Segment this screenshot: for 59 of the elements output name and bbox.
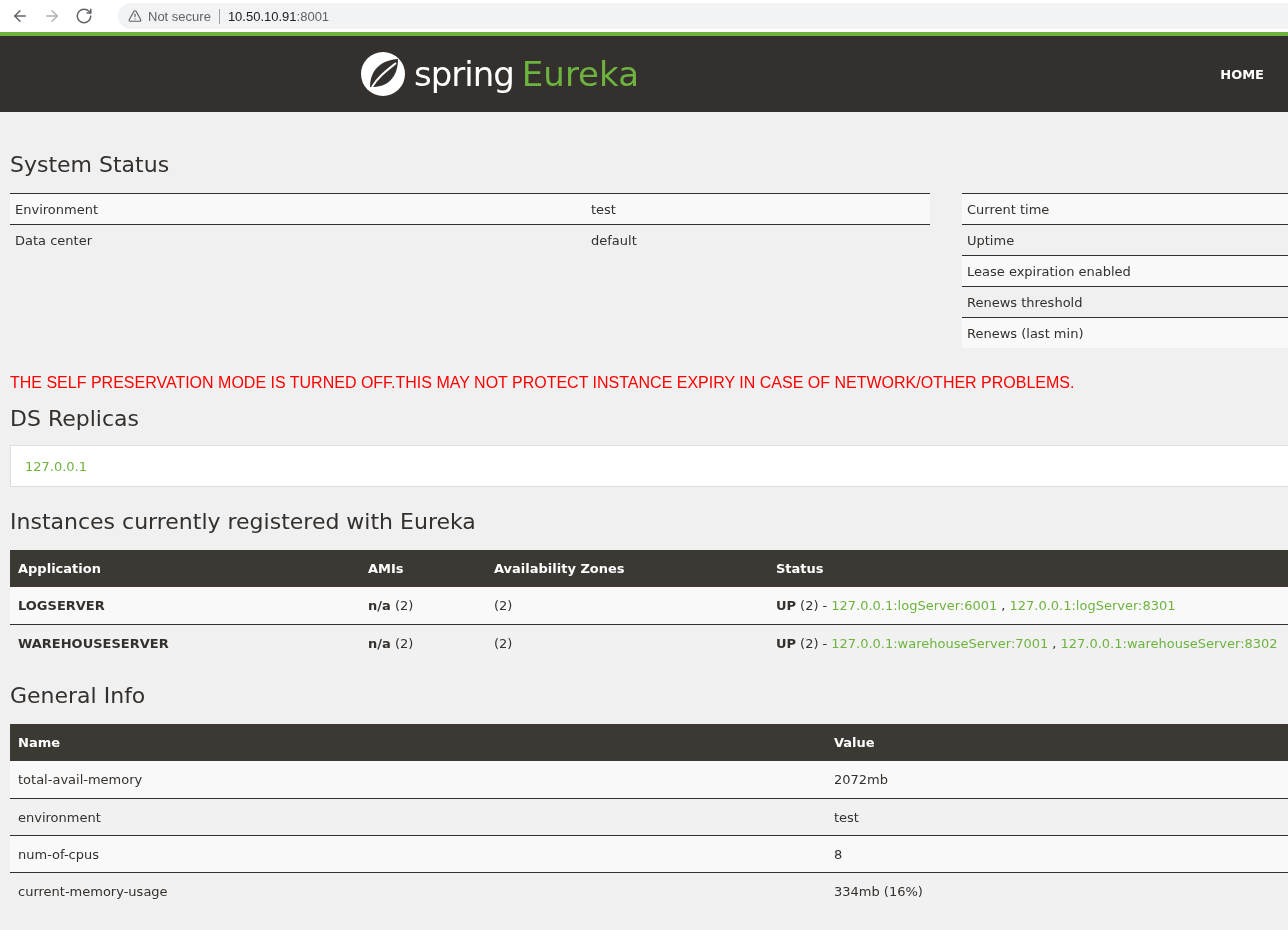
column-header: Application <box>17 561 102 576</box>
status-count: (2) <box>800 635 819 651</box>
table-cell-text: (2) <box>493 598 514 613</box>
section-title: DS Replicas <box>10 406 140 431</box>
table-cell-text: (2) <box>493 635 514 651</box>
table-cell-text: 2072mb <box>833 772 889 787</box>
column-header: Name <box>17 735 61 750</box>
table-cell-text: Lease expiration enabled <box>966 263 1132 279</box>
table-cell-text: test <box>833 809 860 825</box>
instance-link[interactable]: 127.0.0.1:warehouseServer:8302 <box>1060 635 1278 651</box>
table-cell-text: 8 <box>833 846 844 862</box>
section-title: Instances currently registered with Eureka <box>10 509 477 534</box>
replica-link[interactable]: 127.0.0.1 <box>25 458 88 474</box>
table-cell-text: n/a (2) <box>367 635 415 651</box>
table-cell-text: num-of-cpus <box>17 846 100 862</box>
instance-link[interactable]: 127.0.0.1:logServer:8301 <box>1009 598 1176 613</box>
table-cell-text: environment <box>17 809 102 825</box>
home-link[interactable]: HOME <box>1220 66 1264 82</box>
table-cell-text: Renews (last min) <box>966 325 1085 341</box>
table-cell-text: test <box>590 201 617 217</box>
column-header: Availability Zones <box>493 561 626 576</box>
url-host: 10.50.10.91 <box>226 8 297 24</box>
table-cell-text: total-avail-memory <box>17 772 144 787</box>
instance-link[interactable]: 127.0.0.1:logServer:6001 <box>831 598 998 613</box>
column-header: Status <box>775 561 825 576</box>
status-text: UP <box>776 635 797 651</box>
table-cell-text: Uptime <box>966 232 1016 248</box>
table-cell-text: 334mb (16%) <box>833 883 924 899</box>
product-text: Eureka <box>521 54 639 94</box>
status-count: (2) <box>800 598 819 613</box>
section-title: General Info <box>10 683 147 708</box>
column-header: AMIs <box>367 561 405 576</box>
url-port: :8001 <box>296 8 330 24</box>
forward-icon <box>43 7 61 25</box>
comma-separator: , <box>1001 598 1006 613</box>
table-cell-text: Renews threshold <box>966 294 1084 310</box>
dash-separator: - <box>822 598 828 613</box>
security-label: Not secure <box>148 8 220 24</box>
status-text: UP <box>776 598 797 613</box>
table-cell-text: current-memory-usage <box>17 883 169 899</box>
leaf-logo-icon <box>360 51 406 97</box>
table-cell-text: WAREHOUSESERVER <box>17 635 170 651</box>
table-cell-text: LOGSERVER <box>17 598 106 613</box>
column-header: Value <box>833 735 876 750</box>
table-cell-text: n/a (2) <box>367 598 415 613</box>
warning-icon <box>128 9 142 23</box>
dash-separator: - <box>822 635 828 651</box>
instance-link[interactable]: 127.0.0.1:warehouseServer:7001 <box>831 635 1049 651</box>
section-title: System Status <box>10 152 171 177</box>
reload-icon <box>75 7 93 25</box>
back-icon <box>11 7 29 25</box>
table-cell-text: default <box>590 232 638 248</box>
table-cell-text: Environment <box>14 201 99 217</box>
comma-separator: , <box>1052 635 1057 651</box>
address-bar[interactable]: Not secure 10.50.10.91:8001 <box>118 3 1288 29</box>
brand-text: spring <box>414 54 514 94</box>
table-cell-text: Current time <box>966 201 1051 217</box>
table-cell-text: Data center <box>14 232 93 248</box>
warning-message: THE SELF PRESERVATION MODE IS TURNED OFF.THIS MAY NOT PROTECT INSTANCE EXPIRY IN CASE OF NETWORK/OTHER PROBLEMS. <box>10 374 1076 392</box>
